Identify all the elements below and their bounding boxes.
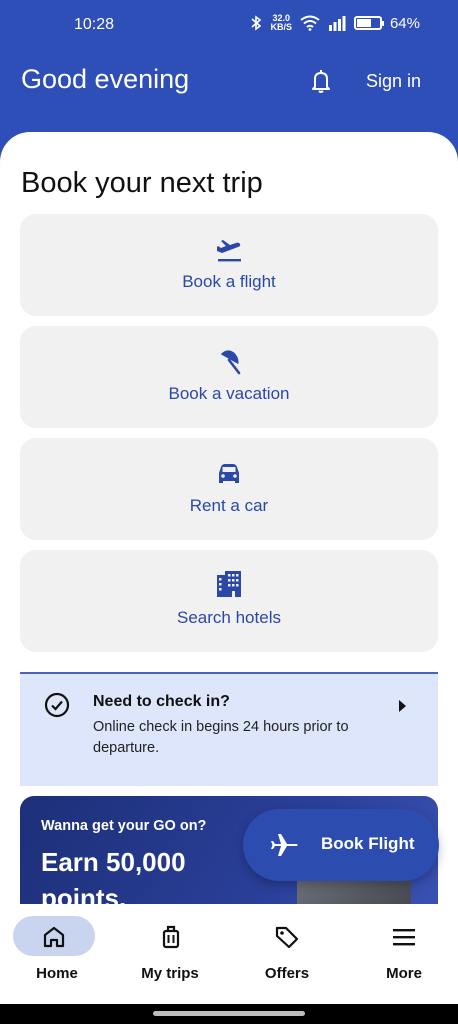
battery-percent: 64% — [389, 14, 420, 32]
nav-item-my-trips[interactable]: My trips — [113, 904, 227, 1004]
nav-item-offers[interactable]: Offers — [230, 904, 344, 1004]
sign-in-button[interactable]: Sign in — [366, 71, 421, 92]
greeting-text: Good evening — [21, 64, 190, 94]
signal-icon — [328, 16, 346, 31]
book-flight-fab[interactable]: Book Flight — [243, 809, 439, 881]
bluetooth-icon — [251, 15, 262, 31]
check-in-banner[interactable]: Need to check in? Online check in begins… — [20, 672, 438, 786]
flight-takeoff-icon — [217, 240, 241, 262]
menu-icon — [393, 929, 415, 946]
tile-label: Rent a car — [189, 496, 269, 515]
nav-label: My trips — [141, 965, 199, 982]
fab-label: Book Flight — [321, 834, 415, 853]
rent-car-tile[interactable]: Rent a car — [20, 438, 438, 540]
tile-label: Book a vacation — [168, 384, 290, 403]
gesture-handle[interactable] — [153, 1011, 305, 1016]
status-icons: 32.0 KB/S 64% — [250, 14, 420, 32]
book-flight-tile[interactable]: Book a flight — [20, 214, 438, 316]
book-vacation-tile[interactable]: Book a vacation — [20, 326, 438, 428]
main-content: Book your next trip Book a flight Book a… — [0, 132, 458, 904]
tile-label: Search hotels — [177, 608, 281, 627]
nav-label: More — [386, 965, 422, 982]
check-in-title: Need to check in? — [93, 693, 230, 710]
battery-icon — [353, 16, 384, 30]
wifi-icon — [300, 15, 320, 31]
nav-item-home[interactable]: Home — [0, 904, 114, 1004]
section-title: Book your next trip — [21, 167, 263, 199]
network-speed: 32.0 KB/S — [270, 13, 292, 32]
tag-icon — [275, 926, 299, 949]
check-in-description: Online check in begins 24 hours prior to… — [93, 719, 349, 756]
status-time: 10:28 — [74, 16, 115, 33]
check-circle-icon — [44, 692, 70, 718]
tile-label: Book a flight — [182, 272, 276, 291]
home-icon — [43, 926, 65, 948]
chevron-right-icon — [399, 700, 406, 712]
car-icon — [219, 464, 239, 483]
system-nav-bar — [0, 1004, 458, 1024]
luggage-icon — [162, 925, 180, 949]
promo-headline: Earn 50,000 points. — [41, 847, 186, 904]
airplane-icon — [271, 834, 298, 856]
nav-label: Home — [36, 965, 78, 982]
promo-kicker: Wanna get your GO on? — [41, 818, 207, 834]
beach-umbrella-icon — [220, 350, 241, 375]
nav-label: Offers — [264, 965, 310, 982]
hotel-building-icon — [217, 571, 241, 597]
app-header: Good evening Sign in — [0, 52, 458, 112]
nav-item-more[interactable]: More — [347, 904, 458, 1004]
search-hotels-tile[interactable]: Search hotels — [20, 550, 438, 652]
status-bar: 10:28 32.0 KB/S 64% — [0, 0, 458, 52]
bell-icon[interactable] — [306, 66, 336, 96]
bottom-nav: Home My trips Offers More — [0, 904, 458, 1004]
